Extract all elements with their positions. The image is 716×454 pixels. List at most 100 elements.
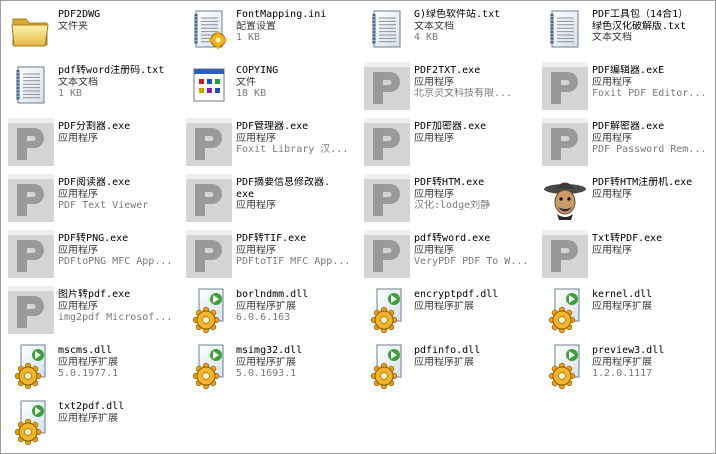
file-text-block: kernel.dll 应用程序扩展: [592, 289, 716, 312]
file-text-block: PDF阅读器.exe 应用程序 PDF Text Viewer: [58, 177, 182, 212]
pdf-app-icon: [8, 286, 54, 334]
file-tile[interactable]: pdfinfo.dll 应用程序扩展: [360, 338, 538, 392]
file-type: 文本文档: [58, 76, 98, 88]
file-text-block: msimg32.dll 应用程序扩展 5.0.1693.1: [236, 345, 360, 380]
file-name: PDF转PNG.exe: [58, 233, 129, 244]
file-type: 应用程序: [58, 300, 98, 312]
file-detail: img2pdf Microsof...: [58, 312, 173, 323]
file-name: preview3.dll: [592, 345, 665, 356]
file-tile[interactable]: G)绿色软件站.txt 文本文档 4 KB: [360, 2, 538, 56]
file-tile[interactable]: encryptpdf.dll 应用程序扩展: [360, 282, 538, 336]
file-text-block: encryptpdf.dll 应用程序扩展: [414, 289, 538, 312]
file-tile[interactable]: Txt转PDF.exe 应用程序: [538, 226, 716, 280]
file-tile[interactable]: PDF2DWG 文件夹: [4, 2, 182, 56]
file-tile[interactable]: PDF转HTM.exe 应用程序 汉化:lodge刘静: [360, 170, 538, 224]
file-tile[interactable]: PDF转TIF.exe 应用程序 PDFtoTIF MFC App...: [182, 226, 360, 280]
file-tile[interactable]: PDF转PNG.exe 应用程序 PDFtoPNG MFC App...: [4, 226, 182, 280]
file-detail: PDFtoPNG MFC App...: [58, 256, 173, 267]
file-name: pdfinfo.dll: [414, 345, 481, 356]
file-detail: 1.2.0.1117: [592, 368, 653, 379]
file-tile[interactable]: PDF管理器.exe 应用程序 Foxit Library 汉...: [182, 114, 360, 168]
file-detail: 5.0.1977.1: [58, 368, 119, 379]
file-text-block: PDF2DWG 文件夹: [58, 9, 182, 32]
file-tile[interactable]: PDF解密器.exe 应用程序 PDF Password Rem...: [538, 114, 716, 168]
file-text-block: COPYING 文件 18 KB: [236, 65, 360, 100]
file-detail: 18 KB: [236, 88, 267, 99]
file-tile[interactable]: PDF转HTM注册机.exe 应用程序: [538, 170, 716, 224]
file-type: 应用程序: [236, 244, 276, 256]
file-detail: 6.0.6.163: [236, 312, 291, 323]
pdf-app-icon: [542, 118, 588, 166]
pdf-app-icon: [8, 230, 54, 278]
file-detail: Foxit Library 汉...: [236, 144, 349, 155]
file-tile[interactable]: txt2pdf.dll 应用程序扩展: [4, 394, 182, 448]
file-tile[interactable]: FontMapping.ini 配置设置 1 KB: [182, 2, 360, 56]
generic-file-icon: [186, 62, 232, 110]
file-text-block: PDF摘要信息修改器. exe 应用程序: [236, 177, 360, 212]
file-text-block: PDF加密器.exe 应用程序: [414, 121, 538, 144]
file-tile[interactable]: PDF分割器.exe 应用程序: [4, 114, 182, 168]
file-name: COPYING: [236, 65, 279, 76]
file-tile[interactable]: pdf转word注册码.txt 文本文档 1 KB: [4, 58, 182, 112]
file-tile[interactable]: PDF编辑器.exE 应用程序 Foxit PDF Editor...: [538, 58, 716, 112]
dll-gear-icon: [364, 286, 410, 334]
file-text-block: G)绿色软件站.txt 文本文档 4 KB: [414, 9, 538, 44]
file-name: PDF阅读器.exe: [58, 177, 131, 188]
file-name: txt2pdf.dll: [58, 401, 125, 412]
file-tile[interactable]: PDF阅读器.exe 应用程序 PDF Text Viewer: [4, 170, 182, 224]
file-name: PDF转HTM.exe: [414, 177, 485, 188]
file-tile[interactable]: 图片转pdf.exe 应用程序 img2pdf Microsof...: [4, 282, 182, 336]
file-type: 应用程序: [414, 188, 454, 200]
pdf-app-icon: [186, 174, 232, 222]
pdf-app-icon: [364, 62, 410, 110]
file-name: borlndmm.dll: [236, 289, 309, 300]
file-name: PDF2DWG: [58, 9, 101, 20]
file-detail: VeryPDF PDF To W...: [414, 256, 529, 267]
file-detail: Foxit PDF Editor...: [592, 88, 707, 99]
text-document-icon: [364, 6, 410, 54]
file-text-block: PDF2TXT.exe 应用程序 北京灵文科技有限...: [414, 65, 538, 100]
file-name: encryptpdf.dll: [414, 289, 499, 300]
pdf-app-icon: [364, 174, 410, 222]
file-type: 应用程序: [592, 76, 632, 88]
file-detail: 4 KB: [414, 32, 439, 43]
file-text-block: PDF转HTM注册机.exe 应用程序: [592, 177, 716, 200]
file-text-block: 图片转pdf.exe 应用程序 img2pdf Microsof...: [58, 289, 182, 324]
file-type: 应用程序扩展: [236, 300, 296, 312]
file-type: 应用程序: [592, 132, 632, 144]
file-name-continued: exe: [236, 188, 255, 200]
file-tile[interactable]: COPYING 文件 18 KB: [182, 58, 360, 112]
pdf-app-icon: [364, 118, 410, 166]
pdf-app-icon: [542, 230, 588, 278]
file-tile[interactable]: PDF摘要信息修改器. exe 应用程序: [182, 170, 360, 224]
dll-gear-icon: [8, 398, 54, 446]
file-type: 应用程序扩展: [414, 300, 474, 312]
file-tile[interactable]: borlndmm.dll 应用程序扩展 6.0.6.163: [182, 282, 360, 336]
file-tile[interactable]: PDF2TXT.exe 应用程序 北京灵文科技有限...: [360, 58, 538, 112]
file-text-block: preview3.dll 应用程序扩展 1.2.0.1117: [592, 345, 716, 380]
file-tile[interactable]: PDF工具包（14合1） 绿色汉化破解版.txt 文本文档: [538, 2, 716, 56]
file-name: PDF解密器.exe: [592, 121, 665, 132]
file-text-block: PDF管理器.exe 应用程序 Foxit Library 汉...: [236, 121, 360, 156]
file-tile[interactable]: msimg32.dll 应用程序扩展 5.0.1693.1: [182, 338, 360, 392]
file-tile[interactable]: mscms.dll 应用程序扩展 5.0.1977.1: [4, 338, 182, 392]
file-type: 应用程序扩展: [236, 356, 296, 368]
file-text-block: Txt转PDF.exe 应用程序: [592, 233, 716, 256]
text-document-icon: [8, 62, 54, 110]
file-tile[interactable]: PDF加密器.exe 应用程序: [360, 114, 538, 168]
pdf-app-icon: [8, 118, 54, 166]
file-type: 应用程序扩展: [592, 356, 652, 368]
file-tile[interactable]: pdf转word.exe 应用程序 VeryPDF PDF To W...: [360, 226, 538, 280]
file-name: pdf转word.exe: [414, 233, 491, 244]
file-text-block: PDF编辑器.exE 应用程序 Foxit PDF Editor...: [592, 65, 716, 100]
file-name: PDF工具包（14合1）: [592, 9, 689, 20]
pdf-app-icon: [364, 230, 410, 278]
file-text-block: PDF解密器.exe 应用程序 PDF Password Rem...: [592, 121, 716, 156]
file-text-block: borlndmm.dll 应用程序扩展 6.0.6.163: [236, 289, 360, 324]
file-name: Txt转PDF.exe: [592, 233, 663, 244]
file-type: 应用程序: [414, 132, 454, 144]
file-type: 文件: [236, 76, 256, 88]
file-tile[interactable]: kernel.dll 应用程序扩展: [538, 282, 716, 336]
file-text-block: pdfinfo.dll 应用程序扩展: [414, 345, 538, 368]
file-tile[interactable]: preview3.dll 应用程序扩展 1.2.0.1117: [538, 338, 716, 392]
